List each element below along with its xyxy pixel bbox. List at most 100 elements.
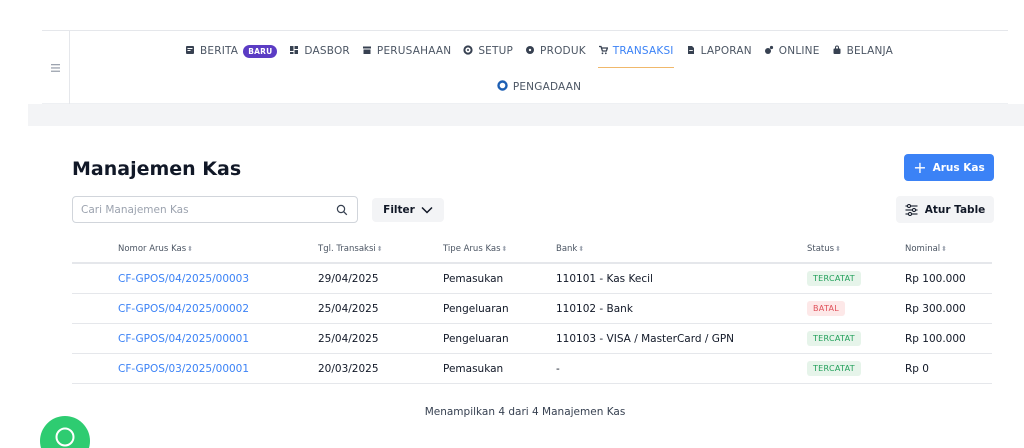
column-header-date[interactable]: Tgl. Transaksi⬍ (318, 244, 443, 254)
table-row[interactable]: CF-GPOS/04/2025/00003 29/04/2025 Pemasuk… (72, 264, 992, 294)
nav-item-label: LAPORAN (700, 45, 752, 57)
bank-name: 110101 - Kas Kecil (556, 272, 653, 285)
content-background (28, 104, 1024, 126)
cash-flow-type: Pemasukan (443, 362, 504, 375)
status-badge: BATAL (807, 301, 846, 316)
nav-item-label: DASBOR (304, 45, 350, 57)
nav-item-setup[interactable]: SETUP (463, 41, 513, 61)
nav-item-belanja[interactable]: BELANJA (832, 41, 893, 61)
gear-icon (463, 44, 473, 58)
cash-flow-number-link[interactable]: CF-GPOS/03/2025/00001 (118, 363, 249, 375)
nav-item-label: TRANSAKSI (612, 45, 674, 57)
cash-flow-type: Pengeluaran (443, 302, 509, 315)
search-input[interactable] (81, 203, 335, 216)
column-header-status[interactable]: Status⬍ (807, 244, 905, 254)
sort-icon: ⬍ (501, 245, 508, 253)
nav-item-dasbor[interactable]: DASBOR (289, 41, 350, 61)
column-header-type[interactable]: Tipe Arus Kas⬍ (443, 244, 556, 254)
search-field[interactable] (72, 196, 358, 223)
new-badge: BARU (243, 44, 278, 58)
table-header: Nomor Arus Kas⬍ Tgl. Transaksi⬍ Tipe Aru… (72, 236, 992, 264)
news-icon (185, 45, 195, 58)
header-label: Nominal (905, 244, 941, 254)
header-label: Bank (556, 244, 578, 254)
column-header-bank[interactable]: Bank⬍ (556, 244, 807, 254)
add-cash-flow-button[interactable]: + Arus Kas (904, 154, 994, 181)
nav-item-label: BERITA (199, 45, 239, 57)
cash-flow-table: Nomor Arus Kas⬍ Tgl. Transaksi⬍ Tipe Aru… (72, 236, 992, 384)
cart-icon (598, 45, 609, 58)
bank-name: 110102 - Bank (556, 302, 633, 315)
table-row[interactable]: CF-GPOS/04/2025/00002 25/04/2025 Pengelu… (72, 294, 992, 324)
nav-item-online[interactable]: ONLINE (764, 41, 820, 61)
chat-icon (55, 427, 75, 447)
nav-row-primary: BERITA BARU DASBOR PERUSAHAAN SETUP PROD… (70, 41, 1008, 68)
nav-item-laporan[interactable]: LAPORAN (686, 41, 752, 61)
nav-item-label: SETUP (478, 45, 514, 57)
header-label: Tipe Arus Kas (443, 244, 501, 254)
nav-row-secondary: PENGADAAN (70, 77, 1008, 97)
bank-name: 110103 - VISA / MasterCard / GPN (556, 332, 735, 345)
nav-item-transaksi[interactable]: TRANSAKSI (597, 41, 674, 68)
table-settings-button[interactable]: Atur Table (896, 196, 994, 223)
bag-icon (832, 45, 842, 58)
sort-icon: ⬍ (578, 245, 585, 253)
header-label: Tgl. Transaksi (318, 244, 376, 254)
building-icon (362, 45, 372, 58)
sort-icon: ⬍ (835, 245, 841, 253)
cash-management-card: Manajemen Kas + Arus Kas Filter Atur Tab… (42, 126, 1008, 448)
sort-icon: ⬍ (187, 245, 193, 253)
column-header-number[interactable]: Nomor Arus Kas⬍ (72, 244, 318, 254)
transaction-date: 29/04/2025 (318, 272, 379, 285)
cash-flow-type: Pemasukan (443, 272, 504, 285)
report-icon (686, 45, 696, 58)
transaction-date: 25/04/2025 (318, 302, 379, 315)
menu-toggle-button[interactable] (42, 31, 70, 105)
amount-value: Rp 100.000 (905, 272, 966, 285)
transaction-date: 20/03/2025 (318, 362, 379, 375)
column-header-amount[interactable]: Nominal⬍ (905, 244, 992, 254)
procurement-icon (497, 80, 508, 94)
plus-icon: + (913, 157, 927, 177)
bank-name: - (556, 362, 560, 375)
filter-label: Filter (383, 204, 415, 216)
box-icon (525, 45, 535, 58)
nav-item-produk[interactable]: PRODUK (525, 41, 586, 61)
header-label: Nomor Arus Kas (118, 244, 187, 254)
sliders-icon (905, 203, 918, 216)
header-label: Status (807, 244, 835, 254)
nav-item-label: BELANJA (846, 45, 894, 57)
cash-flow-number-link[interactable]: CF-GPOS/04/2025/00002 (118, 303, 249, 315)
nav-item-pengadaan[interactable]: PENGADAAN (497, 77, 581, 97)
filter-button[interactable]: Filter (372, 198, 444, 222)
status-badge: TERCATAT (807, 271, 861, 286)
online-icon (764, 45, 774, 58)
status-badge: TERCATAT (807, 361, 861, 376)
nav-item-label: ONLINE (778, 45, 820, 57)
hamburger-icon (51, 64, 60, 72)
cash-flow-number-link[interactable]: CF-GPOS/04/2025/00003 (118, 273, 249, 285)
sort-icon: ⬍ (376, 245, 383, 253)
search-icon[interactable] (335, 203, 349, 217)
status-badge: TERCATAT (807, 331, 861, 346)
pagination-summary: Menampilkan 4 dari 4 Manajemen Kas (424, 406, 626, 418)
nav-item-label: PENGADAAN (512, 81, 582, 93)
nav-item-berita[interactable]: BERITA BARU (185, 41, 278, 61)
page-title: Manajemen Kas (72, 158, 242, 180)
amount-value: Rp 100.000 (905, 332, 966, 345)
dashboard-icon (289, 45, 299, 58)
top-navigation: BERITA BARU DASBOR PERUSAHAAN SETUP PROD… (42, 30, 1008, 105)
amount-value: Rp 0 (905, 362, 929, 375)
transaction-date: 25/04/2025 (318, 332, 379, 345)
nav-item-label: PERUSAHAAN (376, 45, 452, 57)
table-row[interactable]: CF-GPOS/04/2025/00001 25/04/2025 Pengelu… (72, 324, 992, 354)
sort-icon: ⬍ (941, 245, 948, 253)
nav-item-label: PRODUK (540, 45, 586, 57)
cash-flow-number-link[interactable]: CF-GPOS/04/2025/00001 (118, 333, 249, 345)
add-cash-flow-label: Arus Kas (932, 161, 985, 174)
table-settings-label: Atur Table (924, 203, 986, 216)
table-row[interactable]: CF-GPOS/03/2025/00001 20/03/2025 Pemasuk… (72, 354, 992, 384)
amount-value: Rp 300.000 (905, 302, 966, 315)
chevron-down-icon (421, 206, 433, 214)
nav-item-perusahaan[interactable]: PERUSAHAAN (362, 41, 451, 61)
